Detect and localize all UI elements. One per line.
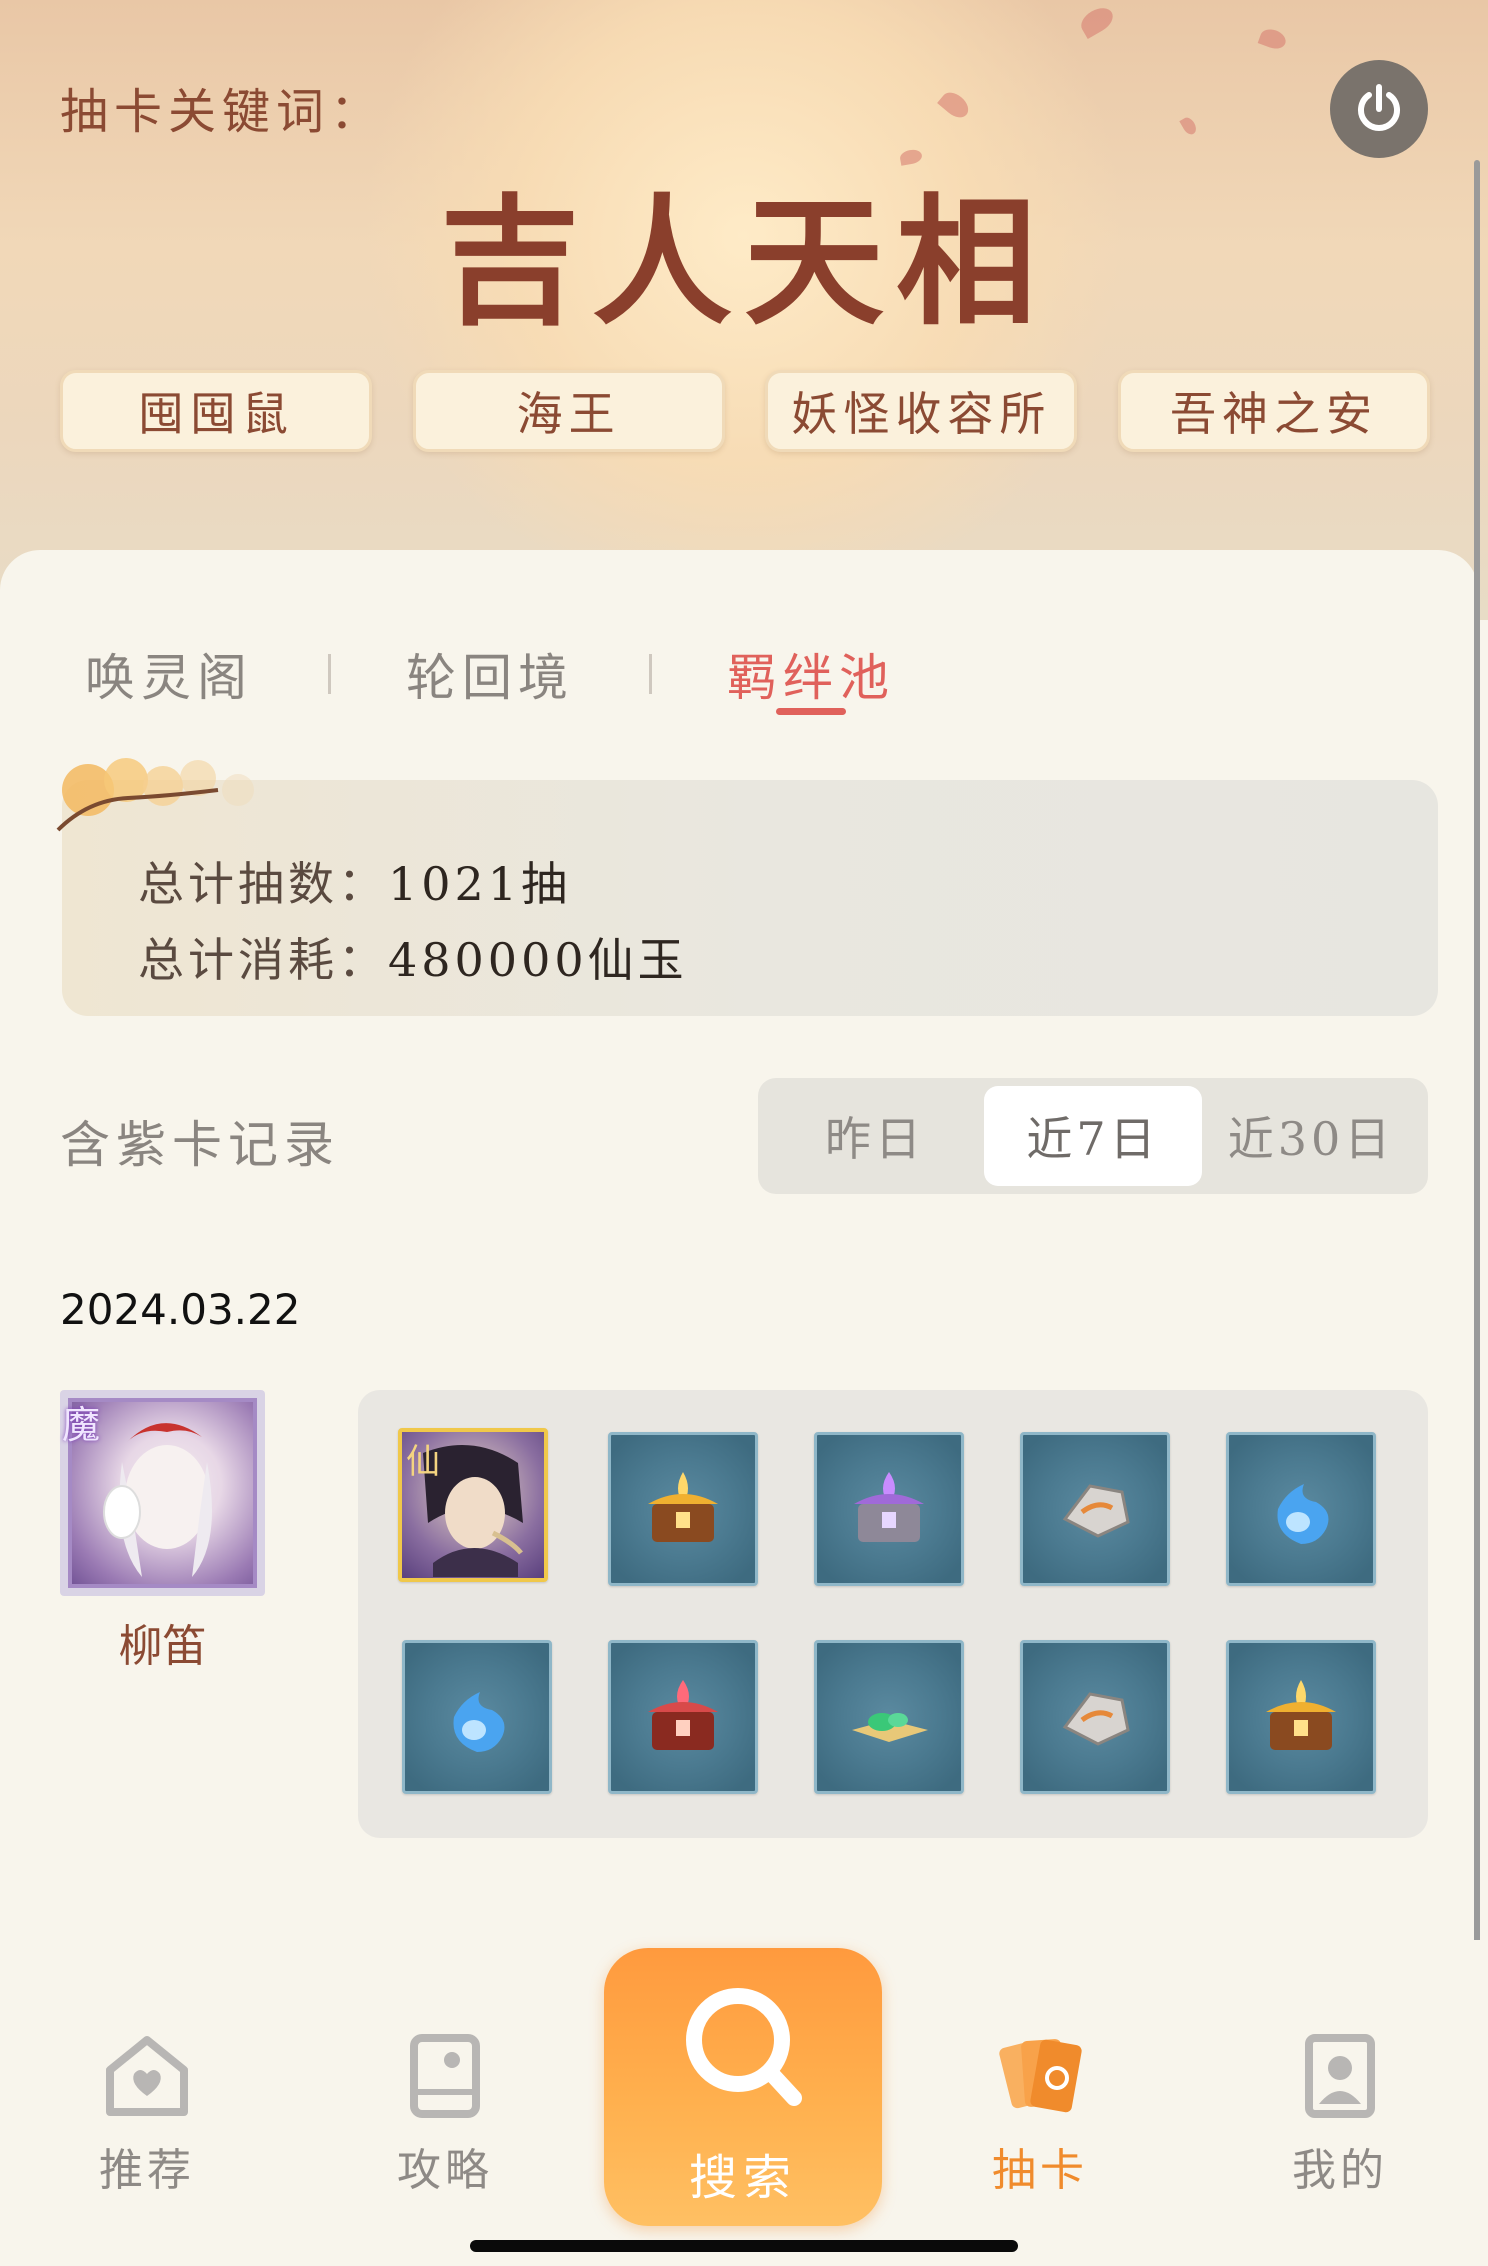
stone-icon <box>1062 1484 1130 1538</box>
total-cost-label: 总计消耗： <box>138 933 388 987</box>
nav-profile[interactable]: 我的 <box>1265 2030 1415 2198</box>
book-icon <box>410 2034 480 2118</box>
total-draws-row: 总计抽数：1021抽 <box>138 848 571 914</box>
keyword-label: 抽卡关键词： <box>60 84 385 140</box>
nav-draw[interactable]: 抽卡 <box>965 2030 1115 2198</box>
item-tile[interactable] <box>1226 1432 1376 1586</box>
blue-flame-icon <box>453 1692 505 1752</box>
tab-huanling[interactable]: 唤灵阁 <box>85 638 253 710</box>
keyword-title: 吉人天相 <box>439 181 1048 345</box>
hero-card-tile[interactable]: 仙 <box>398 1428 548 1582</box>
item-tile[interactable] <box>608 1432 758 1586</box>
tab-jiban[interactable]: 羁绊池 <box>727 638 895 715</box>
nav-label: 攻略 <box>397 2145 493 2196</box>
item-tile[interactable] <box>402 1640 552 1794</box>
stone-icon <box>1062 1692 1130 1746</box>
item-tile[interactable] <box>608 1640 758 1794</box>
home-heart-icon <box>106 2036 188 2116</box>
jade-icon <box>852 1713 928 1742</box>
profile-icon <box>1305 2034 1375 2118</box>
nav-label: 推荐 <box>99 2145 195 2196</box>
records-title: 含紫卡记录 <box>60 1116 340 1174</box>
gold-chest-icon <box>648 1472 718 1542</box>
home-indicator[interactable] <box>470 2240 1018 2252</box>
character-name: 柳笛 <box>118 1621 207 1672</box>
search-button[interactable]: 搜索 <box>604 1948 882 2226</box>
keyword-tags: 囤囤鼠 海王 妖怪收容所 吾神之安 <box>60 370 1430 452</box>
keyword-tag[interactable]: 囤囤鼠 <box>60 370 372 452</box>
power-icon <box>1358 84 1400 131</box>
nav-label: 我的 <box>1292 2145 1388 2196</box>
cards-icon <box>999 2039 1082 2113</box>
tab-divider <box>649 654 652 694</box>
item-tile[interactable] <box>1020 1640 1170 1794</box>
scrollbar[interactable] <box>1474 160 1480 1980</box>
item-tile[interactable] <box>814 1432 964 1586</box>
petal-decoration <box>1257 26 1289 52</box>
record-date: 2024.03.22 <box>60 1285 301 1334</box>
item-tile[interactable] <box>1020 1432 1170 1586</box>
total-cost-value: 480000仙玉 <box>388 933 688 987</box>
character-faction-badge: 魔 <box>62 1403 101 1447</box>
petal-decoration <box>937 87 973 123</box>
tab-label: 轮回境 <box>406 649 574 707</box>
nav-guide[interactable]: 攻略 <box>370 2030 520 2198</box>
range-30-days[interactable]: 近30日 <box>1202 1086 1420 1186</box>
keyword-tag[interactable]: 妖怪收容所 <box>765 370 1078 452</box>
tab-label: 羁绊池 <box>727 649 895 707</box>
blue-flame-icon <box>1277 1484 1329 1544</box>
date-range-selector: 昨日 近7日 近30日 <box>758 1078 1428 1194</box>
pool-tabs: 唤灵阁 轮回境 羁绊池 <box>85 638 895 715</box>
keyword-tag[interactable]: 吾神之安 <box>1117 370 1430 452</box>
tab-lunhui[interactable]: 轮回境 <box>406 638 574 710</box>
power-button[interactable] <box>1330 60 1428 158</box>
character-card[interactable]: 魔 <box>60 1390 265 1596</box>
tab-label: 唤灵阁 <box>85 649 253 707</box>
item-tile[interactable] <box>1226 1640 1376 1794</box>
active-tab-underline <box>776 708 846 715</box>
total-draws-label: 总计抽数： <box>138 857 388 911</box>
item-tile[interactable] <box>814 1640 964 1794</box>
total-draws-value: 1021抽 <box>388 857 572 911</box>
keyword-tag[interactable]: 海王 <box>412 370 725 452</box>
search-icon <box>686 1988 802 2106</box>
range-7-days[interactable]: 近7日 <box>984 1086 1202 1186</box>
petal-decoration <box>1076 2 1118 40</box>
nav-label: 抽卡 <box>992 2145 1088 2196</box>
hero-badge: 仙 <box>406 1442 440 1482</box>
tab-divider <box>328 654 331 694</box>
search-label: 搜索 <box>688 2150 797 2206</box>
range-yesterday[interactable]: 昨日 <box>766 1086 984 1186</box>
nav-recommend[interactable]: 推荐 <box>72 2030 222 2198</box>
branch-decoration <box>1150 0 1330 10</box>
purple-chest-icon <box>854 1472 924 1542</box>
red-chest-icon <box>648 1680 718 1750</box>
gold-chest-icon <box>1266 1680 1336 1750</box>
petal-decoration <box>1179 115 1199 137</box>
blossom-icon <box>56 758 254 832</box>
total-cost-row: 总计消耗：480000仙玉 <box>138 924 688 990</box>
